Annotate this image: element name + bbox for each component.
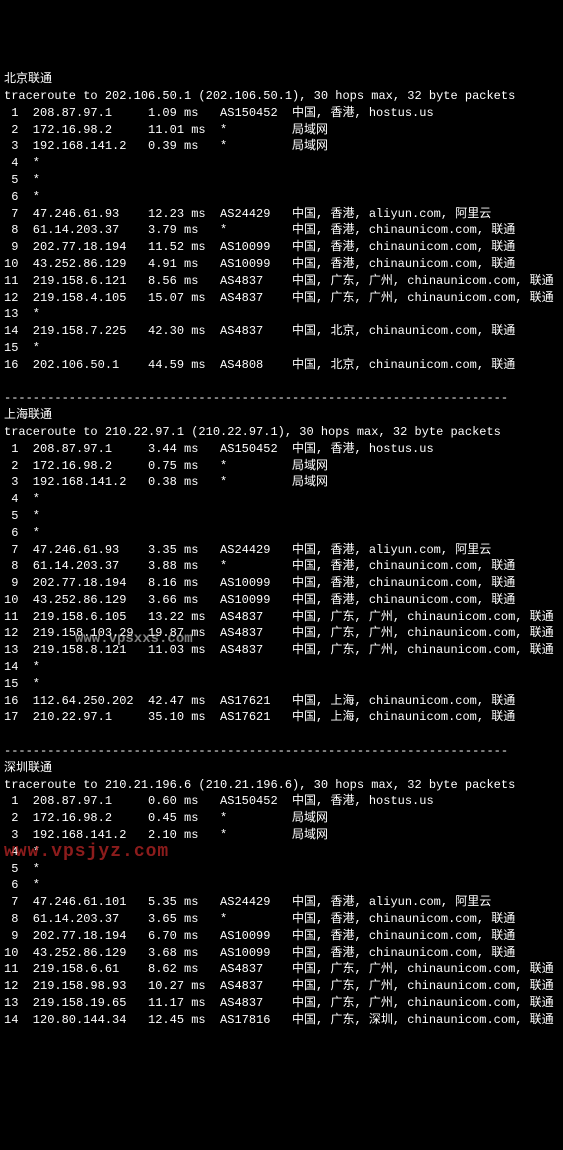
terminal-output: 北京联通 traceroute to 202.106.50.1 (202.106… [4, 71, 559, 1028]
